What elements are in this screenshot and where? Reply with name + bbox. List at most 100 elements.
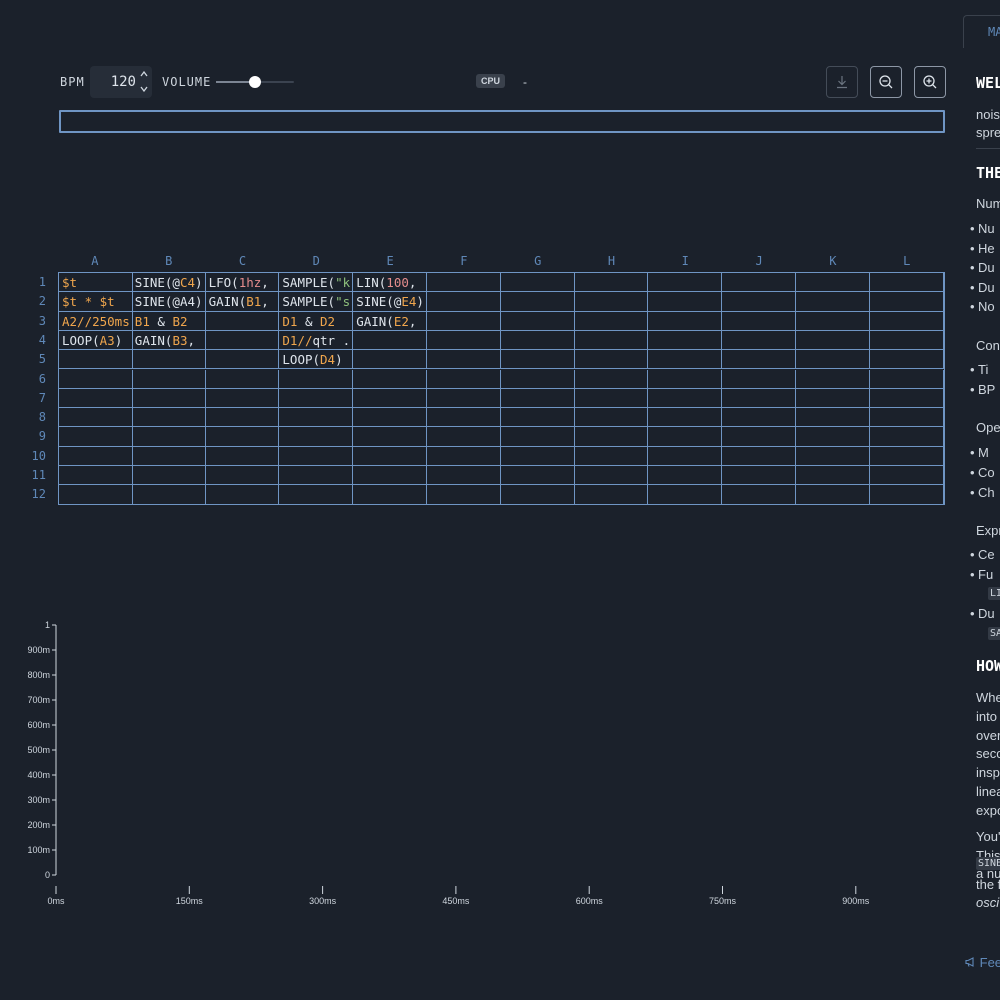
cell-c1[interactable]: LFO(1hz, [205,273,280,293]
cell-j8[interactable] [722,408,796,428]
cell-f7[interactable] [427,388,501,409]
cell-i9[interactable] [648,427,723,447]
cell-a8[interactable] [59,408,133,428]
cell-c7[interactable] [205,388,280,409]
cell-f12[interactable] [427,485,501,505]
cell-e6[interactable] [353,369,427,389]
cell-d4[interactable]: D1//qtr . [279,330,354,351]
download-button[interactable] [826,66,858,98]
cell-k2[interactable] [796,292,870,312]
cell-h10[interactable] [574,446,649,466]
cell-e12[interactable] [353,485,427,505]
cell-k6[interactable] [796,369,870,389]
cell-d6[interactable] [279,369,354,389]
cell-l6[interactable] [869,369,944,389]
cell-j6[interactable] [722,369,796,389]
cell-f5[interactable] [427,350,501,370]
cell-b12[interactable] [131,485,206,505]
cell-a11[interactable] [59,466,133,486]
cell-g9[interactable] [500,427,575,447]
cell-b2[interactable]: SINE(@A4) [131,292,206,312]
cell-c2[interactable]: GAIN(B1, [205,292,280,312]
cell-k1[interactable] [796,273,870,293]
cell-j9[interactable] [722,427,796,447]
cell-a12[interactable] [59,485,133,505]
cell-h9[interactable] [574,427,649,447]
cell-j3[interactable] [722,311,796,331]
cell-f11[interactable] [427,466,501,486]
tab-manual[interactable]: MA [963,15,1000,48]
cell-d7[interactable] [279,388,354,409]
cell-i1[interactable] [648,273,723,293]
cell-a6[interactable] [59,369,133,389]
cell-h6[interactable] [574,369,649,389]
cell-g4[interactable] [500,330,575,351]
cell-c3[interactable] [205,311,280,331]
cell-l1[interactable] [869,273,944,293]
bpm-decrement-button[interactable] [136,82,152,97]
cell-j5[interactable] [722,350,796,370]
cell-e9[interactable] [353,427,427,447]
bpm-increment-button[interactable] [136,67,152,82]
cell-d9[interactable] [279,427,354,447]
cell-k9[interactable] [796,427,870,447]
cell-l4[interactable] [869,330,944,351]
zoom-out-button[interactable] [870,66,902,98]
cell-e4[interactable] [353,330,427,351]
feedback-link[interactable]: Fee [964,955,1000,970]
cell-k4[interactable] [796,330,870,351]
cell-i6[interactable] [648,369,723,389]
cell-b11[interactable] [131,466,206,486]
cell-k11[interactable] [796,466,870,486]
cell-f8[interactable] [427,408,501,428]
volume-slider-thumb[interactable] [249,76,261,88]
cell-a2[interactable]: $t * $t [59,292,133,312]
cell-g11[interactable] [500,466,575,486]
volume-slider[interactable] [216,76,294,88]
cell-c4[interactable] [205,330,280,351]
cell-d3[interactable]: D1 & D2 [279,311,354,331]
cell-l12[interactable] [869,485,944,505]
cell-g5[interactable] [500,350,575,370]
cell-e7[interactable] [353,388,427,409]
cell-f9[interactable] [427,427,501,447]
cell-f2[interactable] [427,292,501,312]
cell-d8[interactable] [279,408,354,428]
cell-d10[interactable] [279,446,354,466]
cell-l2[interactable] [869,292,944,312]
formula-bar[interactable] [59,110,945,133]
cell-c10[interactable] [205,446,280,466]
cell-g12[interactable] [500,485,575,505]
cell-j10[interactable] [722,446,796,466]
cell-c5[interactable] [205,350,280,370]
cell-e5[interactable] [353,350,427,370]
cell-a1[interactable]: $t [59,273,133,293]
cell-h8[interactable] [574,408,649,428]
cell-a5[interactable] [59,350,133,370]
cell-i7[interactable] [648,388,723,409]
cell-k8[interactable] [796,408,870,428]
cell-a10[interactable] [59,446,133,466]
cell-e3[interactable]: GAIN(E2, [353,311,427,331]
bpm-input[interactable]: 120 [90,74,136,90]
bpm-stepper[interactable]: 120 [90,66,152,98]
cell-e10[interactable] [353,446,427,466]
cell-b9[interactable] [131,427,206,447]
cell-l5[interactable] [869,350,944,370]
cell-d1[interactable]: SAMPLE("k [279,273,354,293]
cell-b10[interactable] [131,446,206,466]
cell-a9[interactable] [59,427,133,447]
cell-i12[interactable] [648,485,723,505]
cell-b7[interactable] [131,388,206,409]
cell-g2[interactable] [500,292,575,312]
cell-h1[interactable] [574,273,649,293]
cell-c11[interactable] [205,466,280,486]
cell-i11[interactable] [648,466,723,486]
cell-i2[interactable] [648,292,723,312]
cell-j12[interactable] [722,485,796,505]
cell-h7[interactable] [574,388,649,409]
cell-j1[interactable] [722,273,796,293]
cell-l10[interactable] [869,446,944,466]
cell-g6[interactable] [500,369,575,389]
cell-b5[interactable] [131,350,206,370]
